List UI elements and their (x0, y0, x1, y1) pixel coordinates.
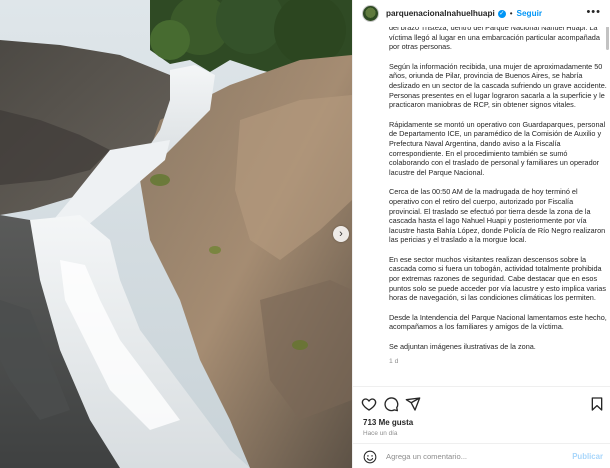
verified-badge-icon: ✓ (497, 9, 506, 18)
username[interactable]: parquenacionalnahuelhuapi (386, 9, 495, 18)
follow-button[interactable]: Seguir (517, 9, 542, 18)
next-image-button[interactable]: › (333, 226, 349, 242)
chevron-right-icon: › (339, 228, 343, 240)
share-icon[interactable] (405, 396, 421, 412)
likes-count[interactable]: 713 Me gusta (363, 418, 413, 427)
caption-timestamp[interactable]: 1 d (389, 358, 607, 365)
avatar[interactable] (362, 5, 379, 22)
caption-paragraph: En ese sector muchos visitantes realizan… (389, 254, 606, 303)
caption-paragraph: del brazo Tristeza, dentro del Parque Na… (389, 27, 600, 52)
waterfall-image (0, 0, 352, 468)
heart-icon[interactable] (361, 396, 377, 412)
action-bar: 713 Me gusta Hace un día Publicar (353, 386, 610, 468)
emoji-icon[interactable] (363, 450, 377, 464)
comment-icon[interactable] (383, 396, 399, 412)
caption-paragraph: Se adjuntan imágenes ilustrativas de la … (389, 342, 536, 352)
separator-dot: • (509, 9, 513, 18)
post-photo: › (0, 0, 352, 468)
more-options-icon[interactable]: ••• (586, 7, 601, 18)
caption-paragraph: Cerca de las 00:50 AM de la madrugada de… (389, 187, 606, 245)
caption-paragraph: Desde la Intendencia del Parque Nacional… (389, 312, 607, 332)
caption-paragraph: Según la información recibida, una mujer… (389, 61, 607, 110)
post-header: parquenacionalnahuelhuapi ✓ • Seguir ••• (353, 0, 610, 27)
caption-paragraph: Rápidamente se montó un operativo con Gu… (389, 119, 606, 177)
caption-scroll-area[interactable]: del brazo Tristeza, dentro del Parque Na… (389, 27, 610, 383)
post-date: Hace un día (363, 430, 398, 437)
caption-text: del brazo Tristeza, dentro del Parque Na… (389, 27, 607, 365)
publish-button[interactable]: Publicar (572, 452, 603, 461)
bookmark-icon[interactable] (589, 396, 605, 412)
comment-input[interactable] (386, 452, 566, 461)
comment-bar: Publicar (353, 443, 610, 468)
post-sidebar: parquenacionalnahuelhuapi ✓ • Seguir •••… (352, 0, 610, 468)
